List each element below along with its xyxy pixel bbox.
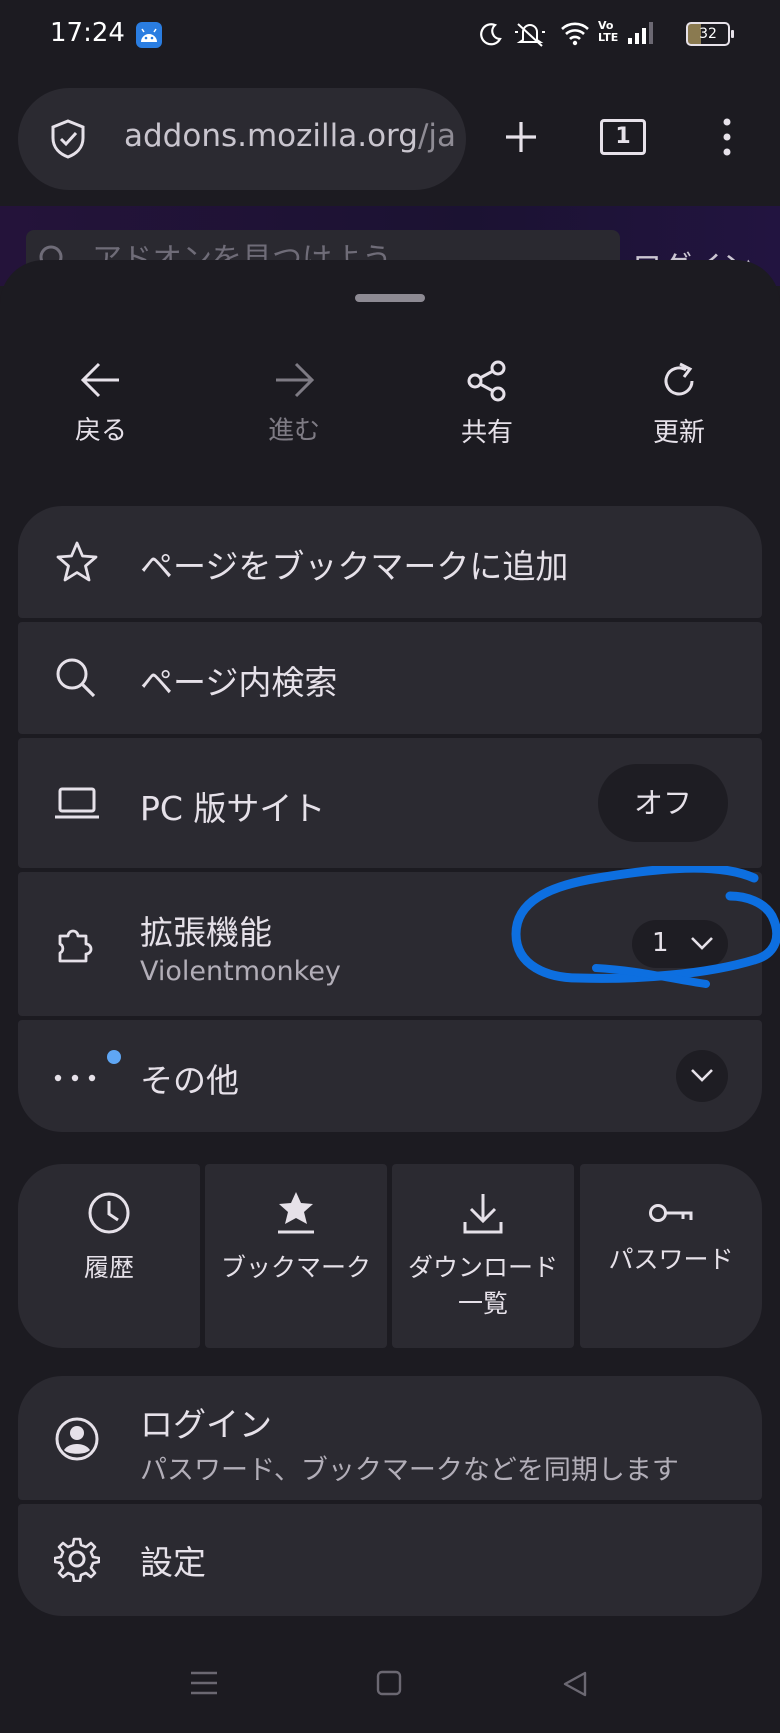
drag-handle[interactable]	[355, 294, 425, 302]
share-icon	[467, 360, 506, 402]
battery-icon: 32	[686, 22, 734, 46]
settings-label: 設定	[140, 1543, 206, 1582]
more-item[interactable]: その他	[18, 1020, 762, 1132]
laptop-icon	[55, 787, 99, 819]
volte-icon: Vo LTE	[598, 19, 619, 44]
passwords-tile[interactable]: パスワード	[580, 1164, 762, 1348]
refresh-label: 更新	[652, 418, 705, 448]
url-host: addons.mozilla.org	[124, 118, 418, 154]
overflow-menu-button[interactable]	[690, 100, 764, 174]
new-tab-button[interactable]	[484, 100, 558, 174]
bookmark-star-icon	[278, 1192, 314, 1234]
url-path: /ja	[417, 118, 457, 154]
more-vert-icon	[723, 118, 731, 156]
refresh-icon	[664, 362, 694, 396]
desktop-site-item[interactable]: PC 版サイト オフ	[18, 738, 762, 868]
back-button[interactable]: 戻る	[6, 360, 196, 447]
downloads-label-line1: ダウンロード	[407, 1253, 558, 1282]
forward-label: 進む	[267, 416, 320, 446]
notification-dot	[107, 1050, 121, 1064]
star-outline-icon	[56, 541, 98, 582]
status-bar: 17:24 Vo LTE 32	[0, 0, 780, 72]
add-bookmark-item[interactable]: ページをブックマークに追加	[18, 506, 762, 618]
back-triangle-icon	[563, 1671, 587, 1697]
back-label: 戻る	[74, 416, 127, 446]
history-label: 履歴	[83, 1253, 134, 1282]
back-arrow-icon	[80, 362, 119, 398]
home-button[interactable]	[376, 1670, 402, 1700]
key-icon	[649, 1204, 693, 1222]
settings-item[interactable]: 設定	[18, 1504, 762, 1616]
tab-count: 1	[600, 119, 646, 155]
desktop-site-label: PC 版サイト	[140, 789, 326, 828]
downloads-label: ダウンロード 一覧	[392, 1250, 574, 1322]
downloads-label-line2: 一覧	[457, 1289, 508, 1318]
url-text[interactable]: addons.mozilla.org/ja	[124, 118, 456, 154]
nav-actions: 戻る 進む 共有 更新	[0, 360, 780, 480]
chevron-down-icon	[691, 937, 713, 950]
extensions-item[interactable]: 拡張機能 Violentmonkey 1	[18, 872, 762, 1016]
extensions-label: 拡張機能	[140, 913, 272, 952]
account-circle-icon	[55, 1417, 99, 1461]
extensions-count-dropdown[interactable]: 1	[632, 920, 728, 968]
search-icon	[56, 658, 96, 698]
refresh-button[interactable]: 更新	[584, 360, 774, 449]
sign-in-label: ログイン	[140, 1405, 272, 1444]
extensions-sublabel: Violentmonkey	[140, 956, 341, 987]
bookmarks-label: ブックマーク	[220, 1253, 371, 1282]
share-label: 共有	[460, 418, 513, 448]
extensions-count: 1	[652, 928, 669, 958]
passwords-label: パスワード	[608, 1245, 734, 1274]
system-nav-bar	[0, 1640, 780, 1733]
add-bookmark-label: ページをブックマークに追加	[140, 547, 569, 586]
menu-lines-icon	[191, 1671, 217, 1695]
recents-button[interactable]	[190, 1670, 218, 1700]
sign-in-sublabel: パスワード、ブックマークなどを同期します	[140, 1455, 679, 1486]
find-in-page-label: ページ内検索	[140, 663, 338, 702]
moon-icon	[480, 23, 502, 46]
back-nav-button[interactable]	[562, 1670, 588, 1702]
sign-in-item[interactable]: ログイン パスワード、ブックマークなどを同期します	[18, 1376, 762, 1500]
bookmarks-tile[interactable]: ブックマーク	[205, 1164, 387, 1348]
download-icon	[463, 1194, 503, 1234]
history-tile[interactable]: 履歴	[18, 1164, 200, 1348]
desktop-site-toggle[interactable]: オフ	[598, 764, 728, 842]
find-in-page-item[interactable]: ページ内検索	[18, 622, 762, 734]
mute-icon	[515, 23, 545, 47]
chevron-down-icon	[691, 1069, 713, 1082]
plus-icon	[506, 122, 536, 152]
home-square-icon	[376, 1670, 402, 1696]
forward-arrow-icon	[276, 362, 315, 398]
signal-icon	[628, 22, 653, 44]
history-icon	[88, 1192, 130, 1234]
share-button[interactable]: 共有	[392, 360, 582, 449]
gear-icon	[54, 1537, 100, 1582]
tab-count-button[interactable]: 1	[586, 100, 660, 174]
shield-icon[interactable]	[48, 118, 88, 160]
url-bar[interactable]: addons.mozilla.org/ja	[18, 88, 466, 190]
android-icon	[136, 22, 162, 48]
forward-button[interactable]: 進む	[199, 360, 389, 447]
more-label: その他	[140, 1061, 239, 1100]
wifi-icon	[561, 22, 589, 46]
puzzle-icon	[58, 929, 93, 963]
more-horiz-icon	[54, 1074, 96, 1082]
more-expand-button[interactable]	[676, 1050, 728, 1102]
status-time: 17:24	[50, 18, 125, 48]
downloads-tile[interactable]: ダウンロード 一覧	[392, 1164, 574, 1348]
